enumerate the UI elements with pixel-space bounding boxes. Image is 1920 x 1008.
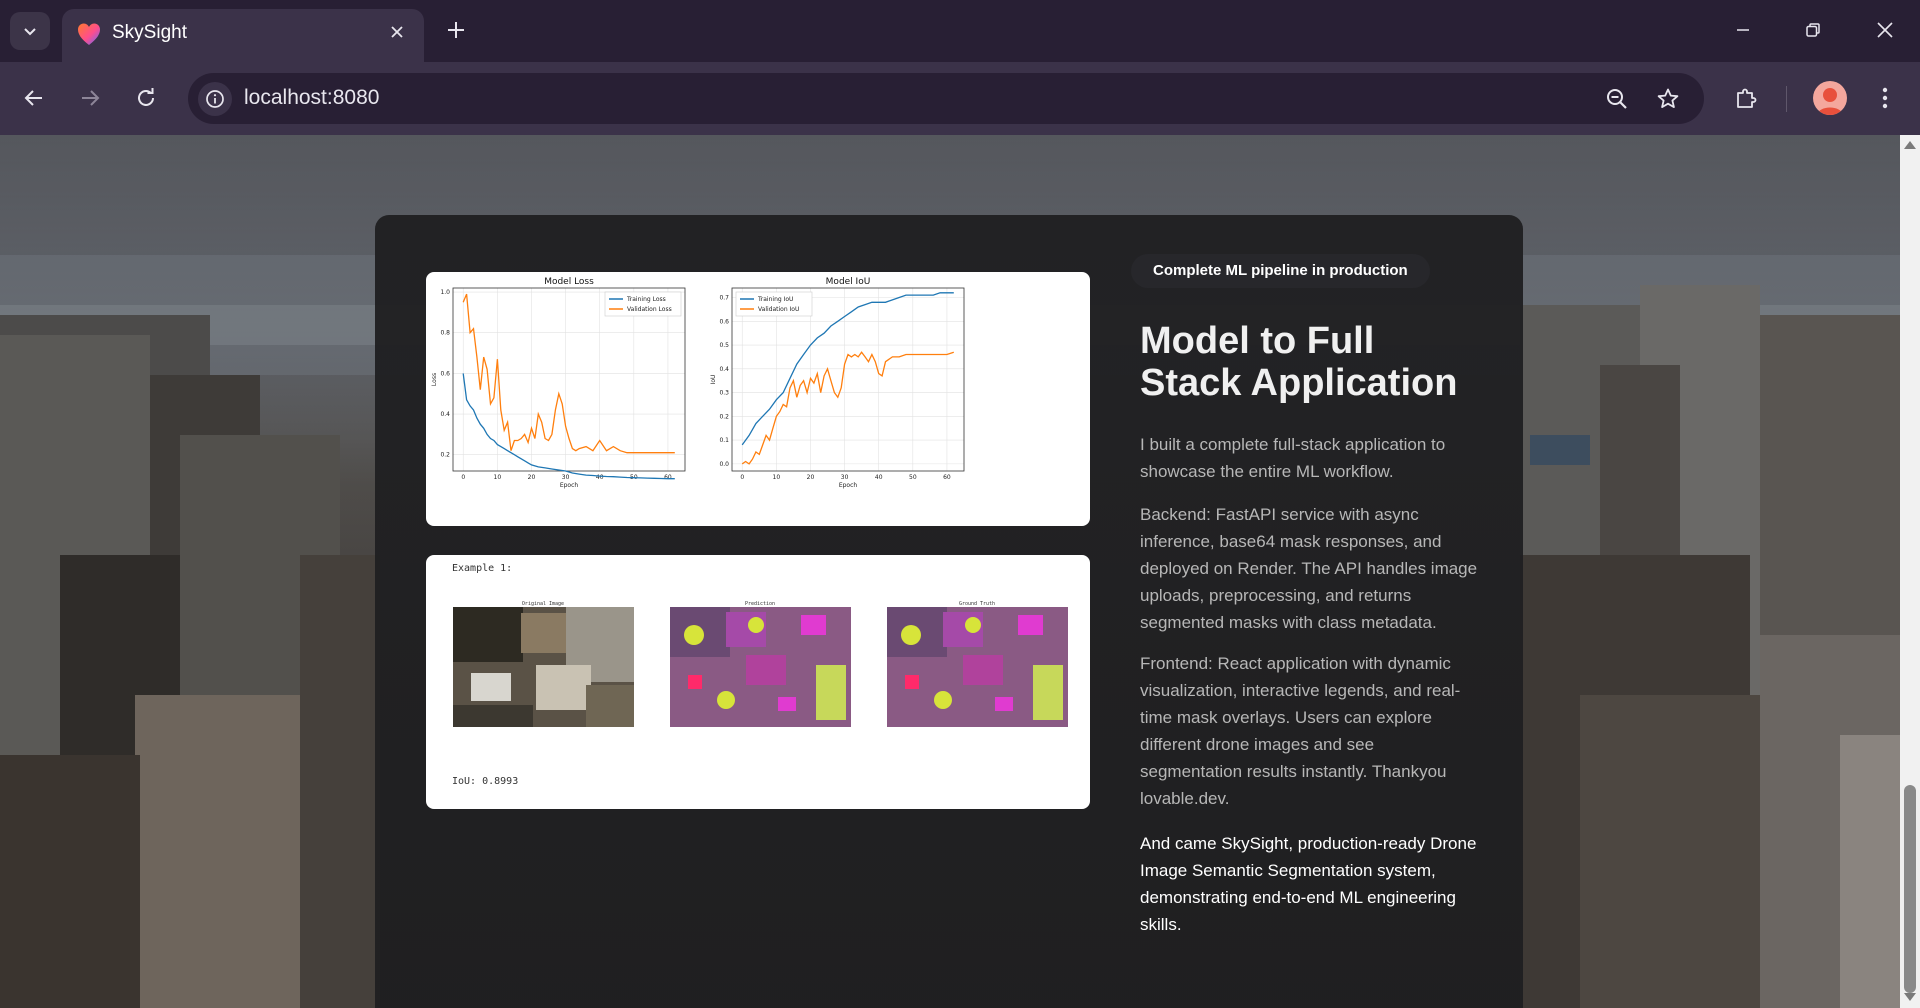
intro-paragraph: I built a complete full-stack applicatio… (1140, 435, 1446, 481)
model-loss-y-tick-label: 0.8 (440, 330, 450, 337)
model-loss-title: Model Loss (544, 277, 594, 287)
page-scrollbar[interactable] (1900, 135, 1920, 1008)
model-iou-x-tick-label: 20 (807, 474, 815, 481)
url-text[interactable]: localhost:8080 (244, 86, 379, 110)
section-title: Model to Full Stack Application (1140, 320, 1458, 404)
menu-button[interactable] (1865, 78, 1905, 118)
backend-paragraph: Backend: FastAPI service with async infe… (1140, 505, 1478, 632)
model-iou-x-tick-label: 0 (740, 474, 744, 481)
new-tab-button[interactable] (440, 14, 472, 46)
arrow-left-icon (24, 90, 42, 106)
model-iou-legend-label: Validation IoU (758, 306, 799, 313)
pipeline-card: Model Loss 0 10 20 30 40 50 60 0.2 0.4 0.6 0.8 1.0 Ep… (375, 215, 1523, 1008)
segmentation-example-figure: Example 1: Original Image Prediction Gro… (426, 555, 1090, 809)
model-iou-x-tick-label: 50 (909, 474, 917, 481)
browser-toolbar: localhost:8080 (0, 62, 1920, 135)
model-iou-y-tick-label: 0.2 (719, 413, 729, 420)
zoom-button[interactable] (1602, 84, 1632, 114)
plus-icon (448, 22, 464, 38)
panel-title-ground-truth: Ground Truth (959, 601, 995, 607)
model-iou-y-tick-label: 0.4 (719, 366, 729, 373)
model-iou-x-axis-label: Epoch (839, 482, 858, 489)
training-curves-figure: Model Loss 0 10 20 30 40 50 60 0.2 0.4 0.6 0.8 1.0 Ep… (426, 272, 1090, 526)
closing-paragraph: And came SkySight, production-ready Dron… (1140, 834, 1477, 934)
model-iou-y-axis-label: IoU (710, 375, 717, 385)
model-loss-y-axis-label: Loss (431, 373, 438, 386)
star-icon (1657, 88, 1679, 108)
model-iou-x-tick-label: 60 (943, 474, 951, 481)
tab-search-button[interactable] (10, 12, 50, 50)
reload-button[interactable] (126, 78, 166, 118)
profile-avatar[interactable] (1813, 81, 1847, 115)
info-icon (206, 90, 224, 108)
more-vert-icon (1882, 87, 1888, 109)
model-iou-x-tick-label: 30 (841, 474, 849, 481)
model-loss-x-tick-label: 60 (664, 474, 672, 481)
toolbar-divider (1786, 86, 1787, 112)
model-iou-x-tick-label: 10 (773, 474, 781, 481)
model-iou-y-tick-label: 0.5 (719, 342, 729, 349)
address-bar[interactable]: localhost:8080 (188, 73, 1704, 124)
scroll-down-arrow-icon[interactable] (1904, 993, 1916, 1001)
bookmark-button[interactable] (1653, 84, 1683, 114)
model-loss-legend-label: Training Loss (626, 296, 666, 303)
model-loss-x-tick-label: 10 (494, 474, 502, 481)
model-iou-y-tick-label: 0.1 (719, 437, 729, 444)
tab-strip: SkySight (0, 0, 1920, 62)
model-loss-y-tick-label: 1.0 (440, 289, 450, 296)
model-loss-x-tick-label: 0 (461, 474, 465, 481)
model-iou-title: Model IoU (826, 277, 871, 287)
tab-close-icon[interactable] (384, 19, 410, 45)
iou-score-text: IoU: 0.8993 (452, 776, 518, 787)
puzzle-icon (1737, 88, 1757, 108)
arrow-right-icon (82, 90, 100, 106)
restore-button[interactable] (1790, 10, 1836, 50)
scrollbar-thumb[interactable] (1904, 785, 1916, 993)
model-iou-legend-label: Training IoU (757, 296, 793, 303)
browser-tab[interactable]: SkySight (62, 9, 424, 62)
skysight-favicon-icon (78, 23, 100, 45)
panel-title-original: Original Image (522, 601, 564, 607)
zoom-out-icon (1607, 89, 1627, 109)
avatar-icon (1817, 88, 1843, 115)
segmentation-example-image: Example 1: Original Image Prediction Gro… (452, 563, 1068, 787)
scroll-up-arrow-icon[interactable] (1904, 141, 1916, 149)
pipeline-badge: Complete ML pipeline in production (1131, 254, 1430, 288)
close-window-button[interactable] (1862, 10, 1908, 50)
minimize-button[interactable] (1720, 10, 1766, 50)
chevron-down-icon (24, 28, 36, 36)
site-info-button[interactable] (198, 82, 232, 116)
model-loss-legend-label: Validation Loss (627, 306, 672, 313)
model-iou-y-tick-label: 0.7 (719, 295, 729, 302)
example-caption: Example 1: (452, 563, 512, 574)
tab-title: SkySight (112, 22, 187, 43)
page-viewport: Model Loss 0 10 20 30 40 50 60 0.2 0.4 0.6 0.8 1.0 Ep… (0, 135, 1900, 1008)
model-iou-y-tick-label: 0.0 (719, 461, 729, 468)
back-button[interactable] (14, 78, 54, 118)
model-iou-y-tick-label: 0.3 (719, 390, 729, 397)
model-loss-x-tick-label: 30 (562, 474, 570, 481)
model-loss-y-tick-label: 0.4 (440, 411, 450, 418)
forward-button[interactable] (70, 78, 110, 118)
model-loss-y-tick-label: 0.2 (440, 452, 450, 459)
minimize-icon (1737, 29, 1749, 31)
panel-title-prediction: Prediction (745, 601, 775, 607)
model-loss-y-tick-label: 0.6 (440, 370, 450, 377)
model-loss-x-axis-label: Epoch (560, 482, 579, 489)
frontend-paragraph: Frontend: React application with dynamic… (1140, 654, 1461, 808)
restore-icon (1806, 23, 1820, 37)
extensions-button[interactable] (1726, 78, 1766, 118)
reload-icon (138, 88, 154, 106)
model-iou-x-tick-label: 40 (875, 474, 883, 481)
close-icon (1877, 22, 1893, 38)
model-loss-x-tick-label: 40 (596, 474, 604, 481)
model-loss-x-tick-label: 20 (528, 474, 536, 481)
training-curves-chart: Model Loss 0 10 20 30 40 50 60 0.2 0.4 0.6 0.8 1.0 Ep… (431, 277, 965, 489)
model-iou-y-tick-label: 0.6 (719, 318, 729, 325)
